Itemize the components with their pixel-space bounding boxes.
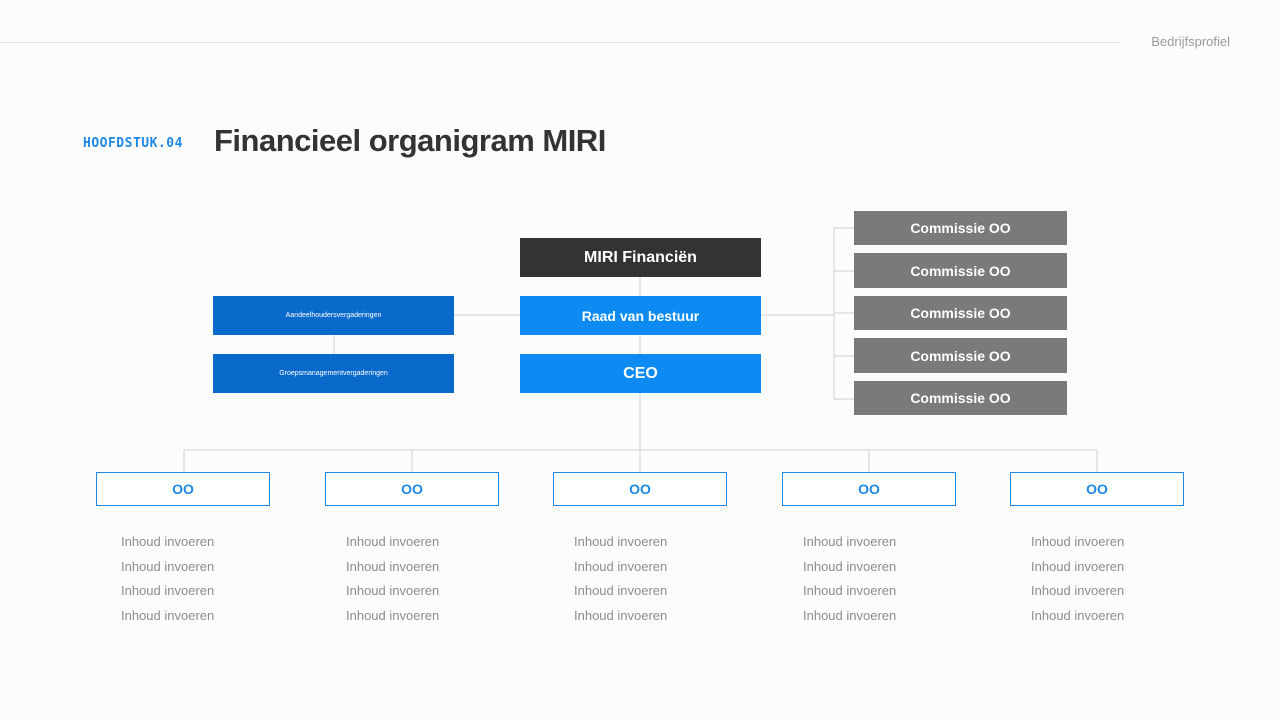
committee-node: Commissie OO [854, 381, 1067, 415]
list-item: Inhoud invoeren [803, 534, 897, 549]
department-item-list: Inhoud invoeren Inhoud invoeren Inhoud i… [574, 530, 667, 628]
list-item: Inhoud invoeren [803, 607, 897, 623]
department-item-list: Inhoud invoeren Inhoud invoeren Inhoud i… [1031, 530, 1124, 628]
committee-node: Commissie OO [854, 338, 1067, 373]
board-node: Raad van bestuur [520, 296, 761, 335]
list-item: Inhoud invoeren [1031, 607, 1125, 623]
committee-node: Commissie OO [854, 211, 1067, 245]
committee-node: Commissie OO [854, 253, 1067, 288]
list-item: Inhoud invoeren [121, 534, 215, 549]
list-item: Inhoud invoeren [574, 558, 668, 574]
department-node: OO [325, 472, 499, 506]
root-node-miri-financien: MIRI Financiën [520, 238, 761, 277]
list-item: Inhoud invoeren [121, 583, 215, 598]
group-management-meetings-node: Groepsmanagementvergaderingen [213, 354, 454, 393]
department-node: OO [782, 472, 956, 506]
list-item: Inhoud invoeren [346, 534, 440, 549]
list-item: Inhoud invoeren [121, 607, 215, 623]
department-node: OO [96, 472, 270, 506]
list-item: Inhoud invoeren [803, 583, 897, 598]
department-item-list: Inhoud invoeren Inhoud invoeren Inhoud i… [803, 530, 896, 628]
list-item: Inhoud invoeren [574, 534, 668, 549]
list-item: Inhoud invoeren [1031, 558, 1125, 574]
committee-node: Commissie OO [854, 296, 1067, 330]
list-item: Inhoud invoeren [1031, 534, 1125, 549]
list-item: Inhoud invoeren [346, 583, 440, 598]
list-item: Inhoud invoeren [121, 558, 215, 574]
list-item: Inhoud invoeren [346, 558, 440, 574]
list-item: Inhoud invoeren [803, 558, 897, 574]
department-item-list: Inhoud invoeren Inhoud invoeren Inhoud i… [346, 530, 439, 628]
department-item-list: Inhoud invoeren Inhoud invoeren Inhoud i… [121, 530, 214, 628]
list-item: Inhoud invoeren [346, 607, 440, 623]
department-node: OO [1010, 472, 1184, 506]
list-item: Inhoud invoeren [1031, 583, 1125, 598]
list-item: Inhoud invoeren [574, 607, 668, 623]
shareholders-meetings-node: Aandeelhoudersvergaderingen [213, 296, 454, 335]
ceo-node: CEO [520, 354, 761, 393]
list-item: Inhoud invoeren [574, 583, 668, 598]
department-node: OO [553, 472, 727, 506]
